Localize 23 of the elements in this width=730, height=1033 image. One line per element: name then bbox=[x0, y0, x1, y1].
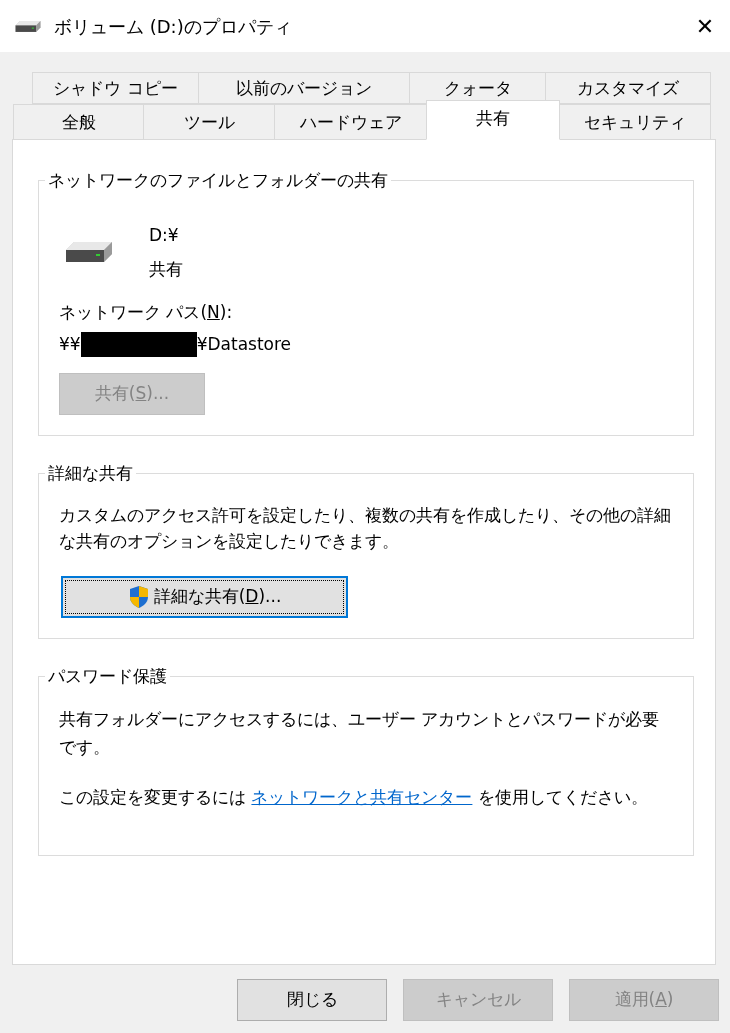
share-status: 共有 bbox=[149, 258, 183, 281]
description: カスタムのアクセス許可を設定したり、複数の共有を作成したり、その他の詳細な共有のオプションを設定したりできます。 bbox=[59, 504, 672, 553]
hint-text: を使用してください。 bbox=[476, 786, 648, 809]
window-title: ボリューム (D:)のプロパティ bbox=[54, 14, 292, 39]
tab[interactable]: シャドウ コピー bbox=[32, 72, 199, 104]
advanced-sharing-button[interactable]: 詳細な共有(D)... bbox=[61, 576, 348, 618]
tab[interactable]: 全般 bbox=[13, 104, 144, 140]
close-button[interactable]: ✕ bbox=[680, 6, 730, 46]
tab[interactable]: カスタマイズ bbox=[545, 72, 711, 104]
path-label: ネットワーク パス(N): bbox=[59, 301, 234, 324]
shield-icon bbox=[127, 585, 150, 609]
tab[interactable]: 共有 bbox=[426, 100, 560, 140]
path-text: ¥Datastore bbox=[196, 332, 292, 356]
path-prefix: ¥¥ bbox=[59, 332, 81, 356]
description: 共有フォルダーにアクセスするには、ユーザー アカウントとパスワードが必要です。 bbox=[59, 708, 661, 759]
tab[interactable]: セキュリティ bbox=[559, 104, 711, 140]
tab[interactable]: 以前のバージョン bbox=[198, 72, 410, 104]
drive-icon bbox=[64, 240, 114, 264]
drive-icon bbox=[14, 19, 42, 33]
dialog-button[interactable]: 閉じる bbox=[237, 979, 387, 1021]
drive-name: D:¥ bbox=[149, 224, 180, 247]
hint-text: この設定を変更するには bbox=[59, 786, 247, 809]
network-sharing-center-link[interactable]: ネットワークと共有センター bbox=[251, 785, 473, 811]
